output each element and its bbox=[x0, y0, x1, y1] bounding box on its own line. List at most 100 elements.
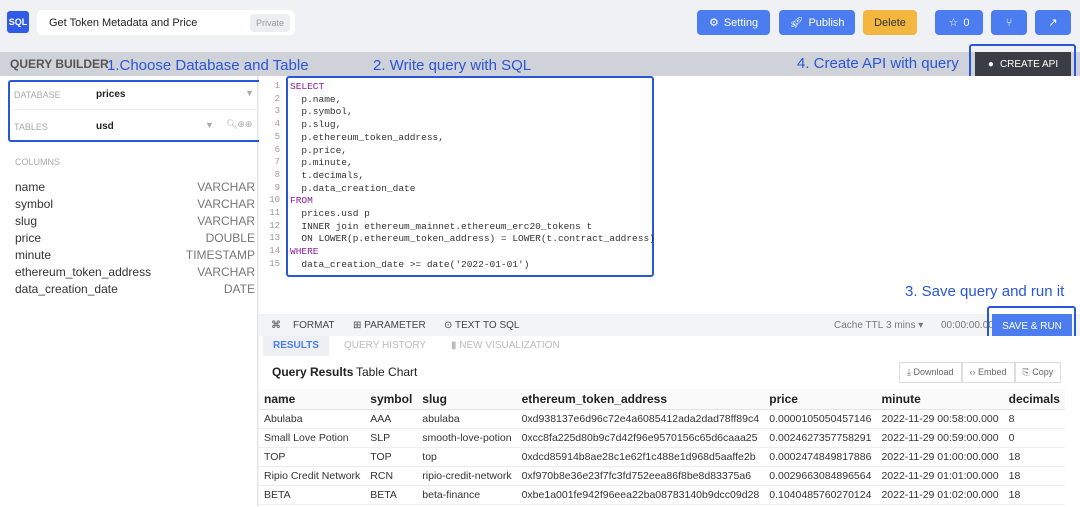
tab-new-visualization[interactable]: ▮ NEW VISUALIZATION bbox=[451, 340, 560, 351]
code-line[interactable]: SELECT bbox=[290, 81, 324, 92]
table-cell: ripio-credit-network bbox=[417, 466, 517, 486]
line-number: 4 bbox=[274, 119, 280, 130]
line-number: 9 bbox=[274, 182, 280, 193]
table-cell: 0.1040485760270124 bbox=[764, 485, 877, 505]
history-icon: ⊙ bbox=[444, 320, 455, 331]
code-line[interactable]: ON LOWER(p.ethereum_token_address) = LOW… bbox=[290, 233, 654, 244]
code-line[interactable]: p.minute, bbox=[290, 157, 352, 168]
publish-button[interactable]: 🚀︎ Publish bbox=[779, 10, 855, 35]
tables-select[interactable]: TABLES usd ▼ 🔍︎⊕⊕ bbox=[12, 116, 258, 138]
database-select[interactable]: DATABASE prices ▼ bbox=[12, 84, 258, 110]
tab-results[interactable]: RESULTS bbox=[263, 336, 329, 356]
results-view-toggle[interactable]: Table Chart bbox=[356, 365, 417, 379]
column-type: VARCHAR bbox=[197, 214, 255, 228]
column-item[interactable]: ethereum_token_address VARCHAR bbox=[15, 265, 255, 279]
text-to-sql-button[interactable]: ⊙ TEXT TO SQL bbox=[444, 320, 519, 331]
column-item[interactable]: slug VARCHAR bbox=[15, 214, 255, 228]
code-line[interactable]: p.price, bbox=[290, 145, 347, 156]
code-line[interactable]: INNER join ethereum_mainnet.ethereum_erc… bbox=[290, 221, 592, 232]
column-header[interactable]: decimals bbox=[1003, 389, 1065, 410]
tab-query-history[interactable]: QUERY HISTORY bbox=[344, 340, 426, 351]
code-line[interactable]: FROM bbox=[290, 195, 313, 206]
table-cell: BETA bbox=[259, 485, 366, 505]
annotation-step4: 4. Create API with query bbox=[797, 55, 959, 72]
code-line[interactable]: p.data_creation_date bbox=[290, 183, 415, 194]
setting-button[interactable]: ⚙ Setting bbox=[697, 10, 770, 35]
table-row: Abulaba AAA abulaba 0xd938137e6d96c72e4a608… bbox=[259, 409, 1065, 429]
table-cell: SLP bbox=[365, 428, 418, 448]
table-cell: AAA bbox=[365, 409, 418, 429]
code-line[interactable]: prices.usd p bbox=[290, 208, 369, 219]
create-api-button[interactable]: ● CREATE API bbox=[975, 52, 1071, 77]
table-cell: TOP bbox=[259, 447, 366, 467]
fork-icon: ⑂ bbox=[1005, 16, 1013, 29]
table-cell: 0xd938137e6d96c72e4a6085412ada2dad78ff89… bbox=[516, 409, 765, 429]
annotation-step2: 2. Write query with SQL bbox=[373, 57, 532, 74]
save-run-button[interactable]: SAVE & RUN bbox=[992, 314, 1072, 338]
api-icon: ● bbox=[987, 59, 994, 70]
table-cell: 0.0024627357758291 bbox=[764, 428, 877, 448]
column-type: TIMESTAMP bbox=[185, 248, 255, 262]
column-item[interactable]: name VARCHAR bbox=[15, 180, 255, 194]
column-type: VARCHAR bbox=[197, 197, 255, 211]
code-line[interactable]: p.ethereum_token_address, bbox=[290, 132, 444, 143]
results-table: name symbol slug ethereum_token_address pric… bbox=[259, 389, 1065, 505]
code-line[interactable]: t.decimals, bbox=[290, 170, 364, 181]
line-number: 2 bbox=[274, 93, 280, 104]
line-number: 5 bbox=[274, 131, 280, 142]
parameter-button[interactable]: ⊞ PARAMETER bbox=[353, 320, 426, 331]
search-icon[interactable]: 🔍︎⊕⊕ bbox=[226, 119, 253, 130]
code-line[interactable]: p.symbol, bbox=[290, 106, 352, 117]
cache-label: Cache TTL bbox=[834, 320, 884, 331]
delete-button[interactable]: Delete bbox=[863, 10, 917, 35]
embed-button[interactable]: ‹› Embed bbox=[961, 362, 1015, 383]
plus-square-icon: ⊞ bbox=[353, 320, 365, 331]
annotation-step1: 1.Choose Database and Table bbox=[107, 57, 309, 74]
column-header[interactable]: ethereum_token_address bbox=[516, 389, 765, 410]
cache-select[interactable]: 3 mins ▾ bbox=[886, 320, 923, 331]
share-button[interactable]: ↗ bbox=[1035, 10, 1071, 35]
table-cell: 18 bbox=[1003, 485, 1065, 505]
private-badge[interactable]: Private bbox=[249, 14, 290, 32]
column-item[interactable]: minute TIMESTAMP bbox=[15, 248, 255, 262]
column-type: VARCHAR bbox=[197, 180, 255, 194]
column-header[interactable]: name bbox=[259, 389, 366, 410]
chevron-down-icon: ▼ bbox=[205, 120, 214, 130]
star-icon: ☆ bbox=[948, 17, 959, 29]
column-header[interactable]: slug bbox=[417, 389, 517, 410]
column-header[interactable]: price bbox=[764, 389, 877, 410]
fork-button[interactable]: ⑂ bbox=[991, 10, 1027, 35]
table-cell: beta-finance bbox=[417, 485, 517, 505]
code-line[interactable]: p.name, bbox=[290, 94, 341, 105]
table-cell: 0.0000105050457146 bbox=[764, 409, 877, 429]
table-cell: top bbox=[417, 447, 517, 467]
result-tabs: RESULTS QUERY HISTORY ▮ NEW VISUALIZATIO… bbox=[259, 336, 1080, 356]
columns-label: COLUMNS bbox=[15, 157, 61, 167]
rocket-icon: 🚀︎ bbox=[789, 17, 804, 29]
column-name: name bbox=[15, 180, 46, 194]
table-cell: 0 bbox=[1003, 428, 1065, 448]
table-cell: Small Love Potion bbox=[259, 428, 366, 448]
table-row: Small Love Potion SLP smooth-love-potion 0x… bbox=[259, 428, 1065, 448]
column-item[interactable]: symbol VARCHAR bbox=[15, 197, 255, 211]
query-title-input[interactable]: Get Token Metadata and Price Private bbox=[37, 10, 295, 35]
code-line[interactable]: data_creation_date >= date('2022-01-01') bbox=[290, 259, 529, 270]
column-header[interactable]: symbol bbox=[365, 389, 418, 410]
line-number: 14 bbox=[269, 246, 280, 257]
column-item[interactable]: price DOUBLE bbox=[15, 231, 255, 245]
table-cell: 2022-11-29 01:02:00.000 bbox=[876, 485, 1004, 505]
code-line[interactable]: WHERE bbox=[290, 246, 319, 257]
column-item[interactable]: data_creation_date DATE bbox=[15, 282, 255, 296]
column-header[interactable]: minute bbox=[876, 389, 1004, 410]
copy-button[interactable]: ⎘ Copy bbox=[1014, 362, 1062, 383]
chevron-down-icon: ▼ bbox=[245, 88, 254, 98]
line-number: 6 bbox=[274, 144, 280, 155]
code-line[interactable]: p.slug, bbox=[290, 119, 341, 130]
download-button[interactable]: ⤓ Download bbox=[899, 362, 962, 383]
star-button[interactable]: ☆ 0 bbox=[935, 10, 983, 35]
table-cell: 2022-11-29 00:59:00.000 bbox=[876, 428, 1004, 448]
format-button[interactable]: FORMAT bbox=[293, 320, 334, 331]
command-icon[interactable]: ⌘ bbox=[271, 320, 281, 331]
column-type: DATE bbox=[223, 282, 255, 296]
line-number: 3 bbox=[274, 106, 280, 117]
